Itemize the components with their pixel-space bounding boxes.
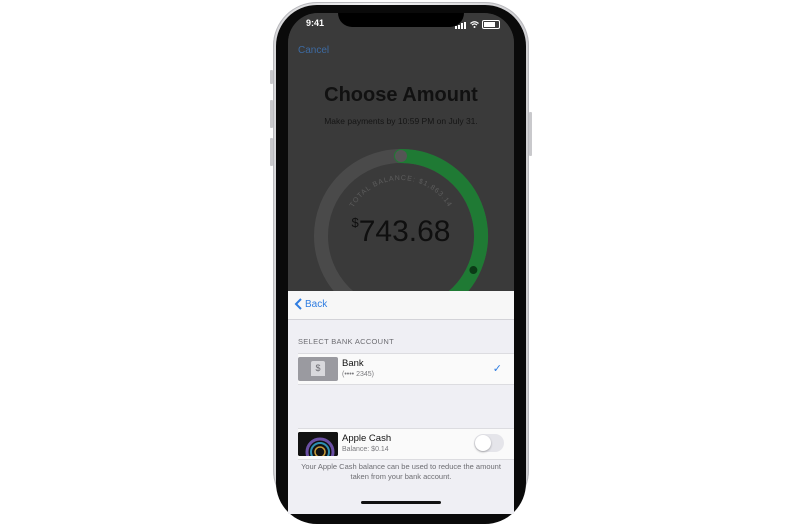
apple-cash-toggle[interactable] [474,434,504,452]
cancel-button[interactable]: Cancel [298,45,329,56]
battery-icon [482,19,500,29]
page-title: Choose Amount [324,84,478,106]
gauge-handle[interactable] [469,266,478,275]
gauge-start-handle[interactable] [395,150,407,162]
apple-cash-card-icon [298,432,338,456]
bank-selection-sheet: Back SELECT BANK ACCOUNT $ Bank (•••• 23… [288,291,514,514]
mute-switch [270,70,273,84]
bank-account-row[interactable]: $ Bank (•••• 2345) ✓ [298,353,514,385]
volume-down-button [270,138,273,166]
apple-cash-row[interactable]: Apple Cash Balance: $0.14 [298,428,514,460]
back-button[interactable]: Back [294,298,327,310]
amount-value: 743.68 [358,215,451,248]
sheet-nav-bar: Back [288,291,514,320]
checkmark-icon: ✓ [492,363,502,375]
back-label: Back [305,298,328,310]
toggle-knob [475,435,491,451]
apple-cash-balance: Balance: $0.14 [342,446,389,453]
chevron-left-icon [294,298,302,310]
background-screen: 9:41 Cancel Choose Amount Make payments … [288,13,514,323]
status-bar: 9:41 [288,18,514,32]
cellular-signal-icon [455,19,467,29]
wifi-icon [470,20,479,28]
status-icons [455,19,500,29]
bank-building-icon: $ [298,357,338,381]
payment-amount[interactable]: $743.68 [288,215,514,249]
currency-symbol: $ [351,215,359,230]
home-indicator[interactable] [361,501,441,504]
apple-cash-card-art [298,432,338,456]
status-time: 9:41 [306,18,325,28]
gauge-label: TOTAL BALANCE: $1,863.14 [349,175,453,209]
section-header: SELECT BANK ACCOUNT [298,337,395,346]
apple-cash-name: Apple Cash [342,433,392,444]
volume-up-button [270,100,273,128]
due-date-text: Make payments by 10:59 PM on July 31. [324,116,478,126]
dollar-sign-icon: $ [311,361,325,376]
bank-account-number: (•••• 2345) [342,371,374,378]
power-button [529,112,532,156]
phone-screen: 9:41 Cancel Choose Amount Make payments … [288,13,514,514]
bank-name: Bank [342,358,364,369]
apple-cash-footnote: Your Apple Cash balance can be used to r… [301,462,501,481]
